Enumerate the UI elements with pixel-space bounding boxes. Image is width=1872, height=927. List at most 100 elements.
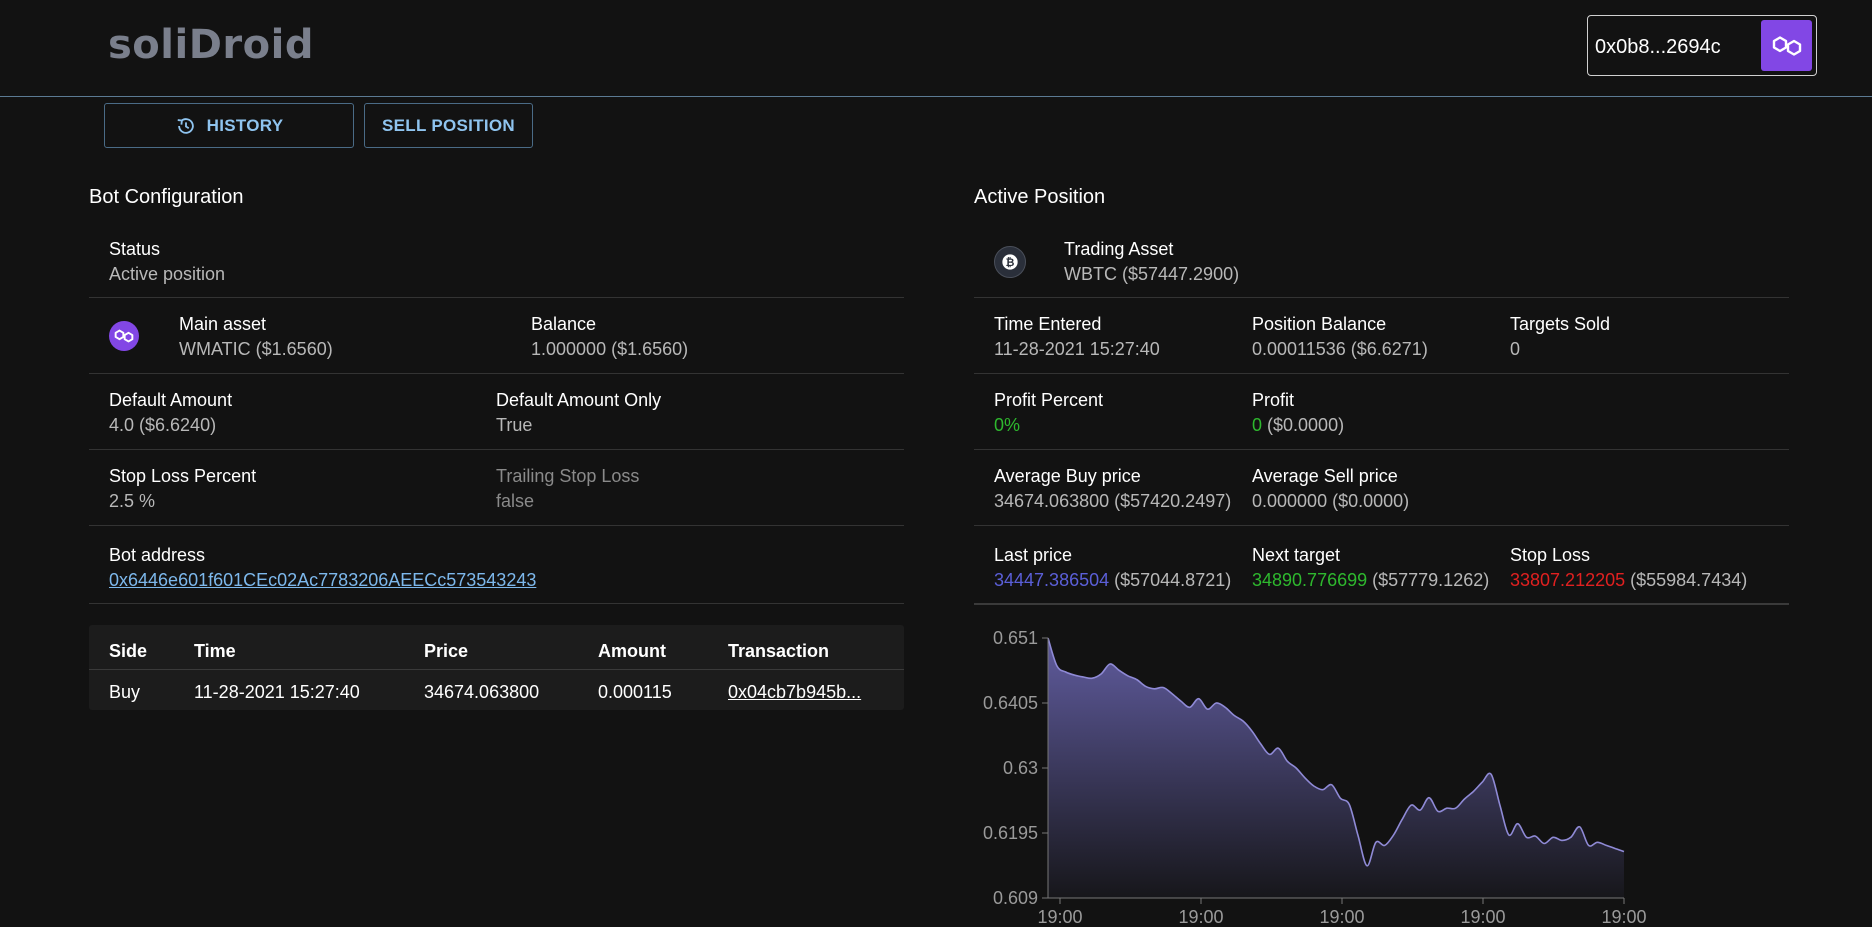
td-price: 34674.063800 <box>424 682 540 702</box>
history-icon <box>177 117 194 134</box>
default-amount-row: Default Amount 4.0 ($6.6240) Default Amo… <box>89 374 904 450</box>
trading-asset-field: Trading Asset WBTC ($57447.2900) <box>1064 237 1239 287</box>
bot-address-label: Bot address <box>109 545 206 565</box>
y-tick-label: 0.651 <box>993 628 1038 648</box>
price-chart: 0.651 0.6405 0.63 0.6195 0.609 19:00 19:00 19:… <box>983 628 1647 927</box>
balance-label: Balance <box>531 314 597 334</box>
next-target-value: 34890.776699 <box>1252 570 1368 590</box>
stop-loss-percent-label: Stop Loss Percent <box>109 466 257 486</box>
status-row: Status Active position <box>89 225 904 298</box>
th-price: Price <box>424 641 469 661</box>
time-entered-value: 11-28-2021 15:27:40 <box>994 339 1160 359</box>
avg-sell-value: 0.000000 ($0.0000) <box>1252 491 1410 511</box>
price-targets-row: Last price 34447.386504 ($57044.8721) Ne… <box>974 526 1789 605</box>
default-amount-field: Default Amount 4.0 ($6.6240) <box>109 388 232 438</box>
time-entered-label: Time Entered <box>994 314 1102 334</box>
stop-loss-usd: ($55984.7434) <box>1625 570 1748 590</box>
stop-loss-percent-field: Stop Loss Percent 2.5 % <box>109 464 256 514</box>
x-tick-label: 19:00 <box>1037 907 1082 927</box>
last-price-value: 34447.386504 <box>994 570 1110 590</box>
last-price-field: Last price 34447.386504 ($57044.8721) <box>994 543 1231 593</box>
avg-sell-field: Average Sell price 0.000000 ($0.0000) <box>1252 464 1409 514</box>
y-tick-label: 0.609 <box>993 888 1038 908</box>
bitcoin-icon: ₿ <box>994 246 1026 278</box>
last-price-line: 34447.386504 ($57044.8721) <box>994 567 1231 593</box>
time-entered-row: Time Entered 11-28-2021 15:27:40 Positio… <box>974 298 1789 374</box>
main-asset-field: Main asset WMATIC ($1.6560) <box>179 312 333 362</box>
polygon-network-button[interactable] <box>1761 20 1812 71</box>
position-balance-label: Position Balance <box>1252 314 1387 334</box>
profit-value: 0 <box>1252 415 1263 435</box>
stop-loss-line: 33807.212205 ($55984.7434) <box>1510 567 1747 593</box>
y-tick-label: 0.6195 <box>983 823 1038 843</box>
stop-loss-percent-value: 2.5 % <box>109 491 156 511</box>
bot-config-title: Bot Configuration <box>89 186 244 208</box>
y-tick-label: 0.63 <box>1003 758 1038 778</box>
next-target-label: Next target <box>1252 545 1341 565</box>
td-side: Buy <box>109 682 141 702</box>
trailing-stop-loss-value: false <box>496 491 535 511</box>
th-transaction: Transaction <box>728 641 830 661</box>
app-logo[interactable]: soliDroid <box>108 22 314 68</box>
profit-percent-label: Profit Percent <box>994 390 1104 410</box>
profit-row: Profit Percent 0% Profit 0 ($0.0000) <box>974 374 1789 450</box>
bot-address-link[interactable]: 0x6446e601f601CEc02Ac7783206AEECc5735432… <box>109 567 536 593</box>
trailing-stop-loss-label: Trailing Stop Loss <box>496 466 640 486</box>
avg-buy-field: Average Buy price 34674.063800 ($57420.2… <box>994 464 1231 514</box>
default-amount-only-value: True <box>496 415 533 435</box>
last-price-usd: ($57044.8721) <box>1109 570 1232 590</box>
wallet-address: 0x0b8...2694c <box>1595 36 1721 58</box>
stop-loss-row: Stop Loss Percent 2.5 % Trailing Stop Lo… <box>89 450 904 526</box>
avg-buy-value: 34674.063800 ($57420.2497) <box>994 491 1232 511</box>
balance-value: 1.000000 ($1.6560) <box>531 339 689 359</box>
x-tick-label: 19:00 <box>1601 907 1646 927</box>
bot-address-field: Bot address 0x6446e601f601CEc02Ac7783206… <box>109 543 536 593</box>
position-balance-value: 0.00011536 ($6.6271) <box>1252 339 1428 359</box>
next-target-usd: ($57779.1262) <box>1367 570 1490 590</box>
top-bar: soliDroid 0x0b8...2694c <box>0 0 1872 97</box>
history-button[interactable]: HISTORY <box>104 103 354 148</box>
profit-value-line: 0 ($0.0000) <box>1252 412 1344 438</box>
stop-loss-label: Stop Loss <box>1510 545 1591 565</box>
status-label: Status <box>109 239 161 259</box>
default-amount-only-label: Default Amount Only <box>496 390 662 410</box>
avg-buy-label: Average Buy price <box>994 466 1141 486</box>
time-entered-field: Time Entered 11-28-2021 15:27:40 <box>994 312 1160 362</box>
profit-field: Profit 0 ($0.0000) <box>1252 388 1344 438</box>
wallet-button[interactable]: 0x0b8...2694c <box>1587 15 1817 76</box>
profit-label: Profit <box>1252 390 1295 410</box>
sell-position-button[interactable]: SELL POSITION <box>364 103 533 148</box>
y-tick-label: 0.6405 <box>983 693 1038 713</box>
th-amount: Amount <box>598 641 666 661</box>
targets-sold-field: Targets Sold 0 <box>1510 312 1610 362</box>
balance-field: Balance 1.000000 ($1.6560) <box>531 312 688 362</box>
targets-sold-value: 0 <box>1510 339 1521 359</box>
table-divider <box>89 669 904 670</box>
polygon-icon <box>1772 35 1801 56</box>
status-field: Status Active position <box>109 237 225 287</box>
polygon-icon <box>109 321 139 351</box>
trades-table: Side Time Price Amount Transaction Buy 1… <box>89 625 904 710</box>
main-asset-value: WMATIC ($1.6560) <box>179 339 333 359</box>
avg-sell-label: Average Sell price <box>1252 466 1398 486</box>
bot-address-row: Bot address 0x6446e601f601CEc02Ac7783206… <box>89 526 904 604</box>
trading-asset-label: Trading Asset <box>1064 239 1174 259</box>
x-tick-label: 19:00 <box>1319 907 1364 927</box>
trading-asset-row: ₿ Trading Asset WBTC ($57447.2900) <box>974 225 1789 298</box>
main-asset-label: Main asset <box>179 314 267 334</box>
profit-usd: ($0.0000) <box>1262 415 1345 435</box>
default-amount-only-field: Default Amount Only True <box>496 388 661 438</box>
x-tick-label: 19:00 <box>1460 907 1505 927</box>
average-price-row: Average Buy price 34674.063800 ($57420.2… <box>974 450 1789 526</box>
th-side: Side <box>109 641 148 661</box>
trailing-stop-loss-field: Trailing Stop Loss false <box>496 464 639 514</box>
th-time: Time <box>194 641 236 661</box>
price-area <box>1048 638 1624 898</box>
main-asset-row: Main asset WMATIC ($1.6560) Balance 1.00… <box>89 298 904 374</box>
profit-percent-field: Profit Percent 0% <box>994 388 1103 438</box>
last-price-label: Last price <box>994 545 1073 565</box>
profit-percent-value: 0% <box>994 415 1021 435</box>
active-position-title: Active Position <box>974 186 1106 208</box>
next-target-line: 34890.776699 ($57779.1262) <box>1252 567 1489 593</box>
transaction-link[interactable]: 0x04cb7b945b... <box>728 682 861 703</box>
